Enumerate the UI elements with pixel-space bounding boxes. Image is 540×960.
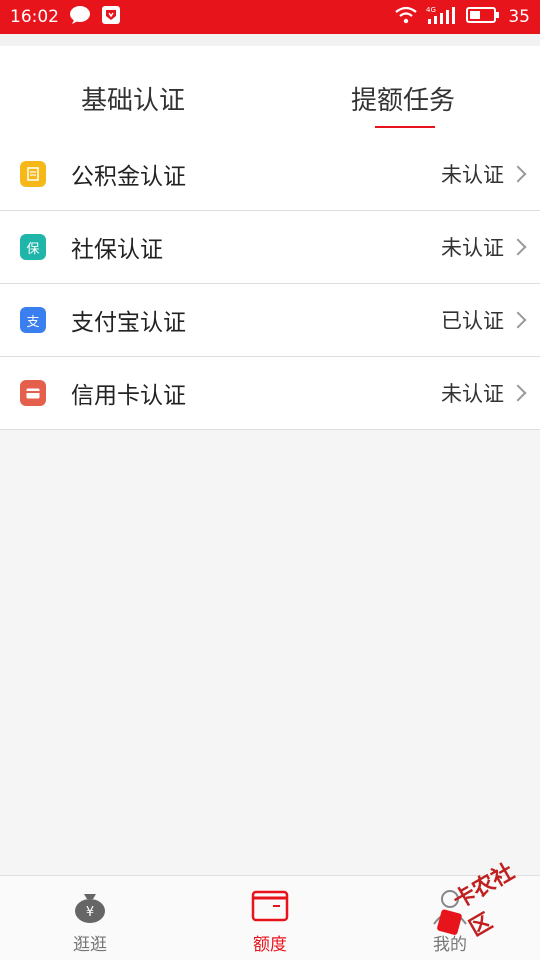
housing-fund-icon: [20, 161, 46, 187]
active-tab-indicator: [375, 126, 435, 128]
chevron-right-icon: [509, 165, 527, 183]
card-icon: [250, 886, 290, 926]
list-item-credit-card[interactable]: 信用卡认证 未认证: [0, 357, 540, 430]
nav-browse[interactable]: ¥ 逛逛: [40, 886, 140, 955]
item-label: 公积金认证: [71, 164, 186, 190]
nav-label: 逛逛: [73, 935, 107, 955]
item-label: 支付宝认证: [71, 310, 186, 336]
item-label: 社保认证: [71, 237, 163, 263]
tab-basic-auth[interactable]: 基础认证: [81, 80, 185, 117]
verification-list: 公积金认证 未认证 保 社保认证 未认证 支 支付宝认证 已认证 信用卡认证 未…: [0, 138, 540, 430]
svg-text:4G: 4G: [426, 6, 436, 14]
chevron-right-icon: [509, 238, 527, 256]
chevron-right-icon: [509, 311, 527, 329]
wifi-icon: [394, 6, 418, 29]
nav-label: 额度: [253, 935, 287, 955]
tab-bar: 基础认证 提额任务: [0, 34, 540, 138]
chevron-right-icon: [509, 384, 527, 402]
status-text: 未认证: [441, 163, 504, 187]
item-label: 信用卡认证: [71, 383, 186, 409]
battery-icon: [466, 6, 500, 29]
list-item-housing-fund[interactable]: 公积金认证 未认证: [0, 138, 540, 211]
status-bar: 16:02 4G 35: [0, 0, 540, 34]
battery-level: 35: [508, 7, 530, 27]
alipay-icon: 支: [20, 307, 46, 333]
status-text: 未认证: [441, 236, 504, 260]
status-text: 未认证: [441, 382, 504, 406]
tab-boost-quota[interactable]: 提额任务: [351, 80, 455, 117]
money-bag-icon: ¥: [70, 886, 110, 926]
signal-icon: 4G: [426, 5, 458, 30]
shield-app-icon: [101, 5, 121, 30]
svg-text:¥: ¥: [86, 905, 94, 920]
status-time: 16:02: [10, 7, 59, 27]
message-icon: [69, 5, 91, 30]
credit-card-icon: [20, 380, 46, 406]
nav-quota[interactable]: 额度: [220, 886, 320, 955]
status-text: 已认证: [441, 309, 504, 333]
list-item-alipay[interactable]: 支 支付宝认证 已认证: [0, 284, 540, 357]
social-security-icon: 保: [20, 234, 46, 260]
list-item-social-security[interactable]: 保 社保认证 未认证: [0, 211, 540, 284]
